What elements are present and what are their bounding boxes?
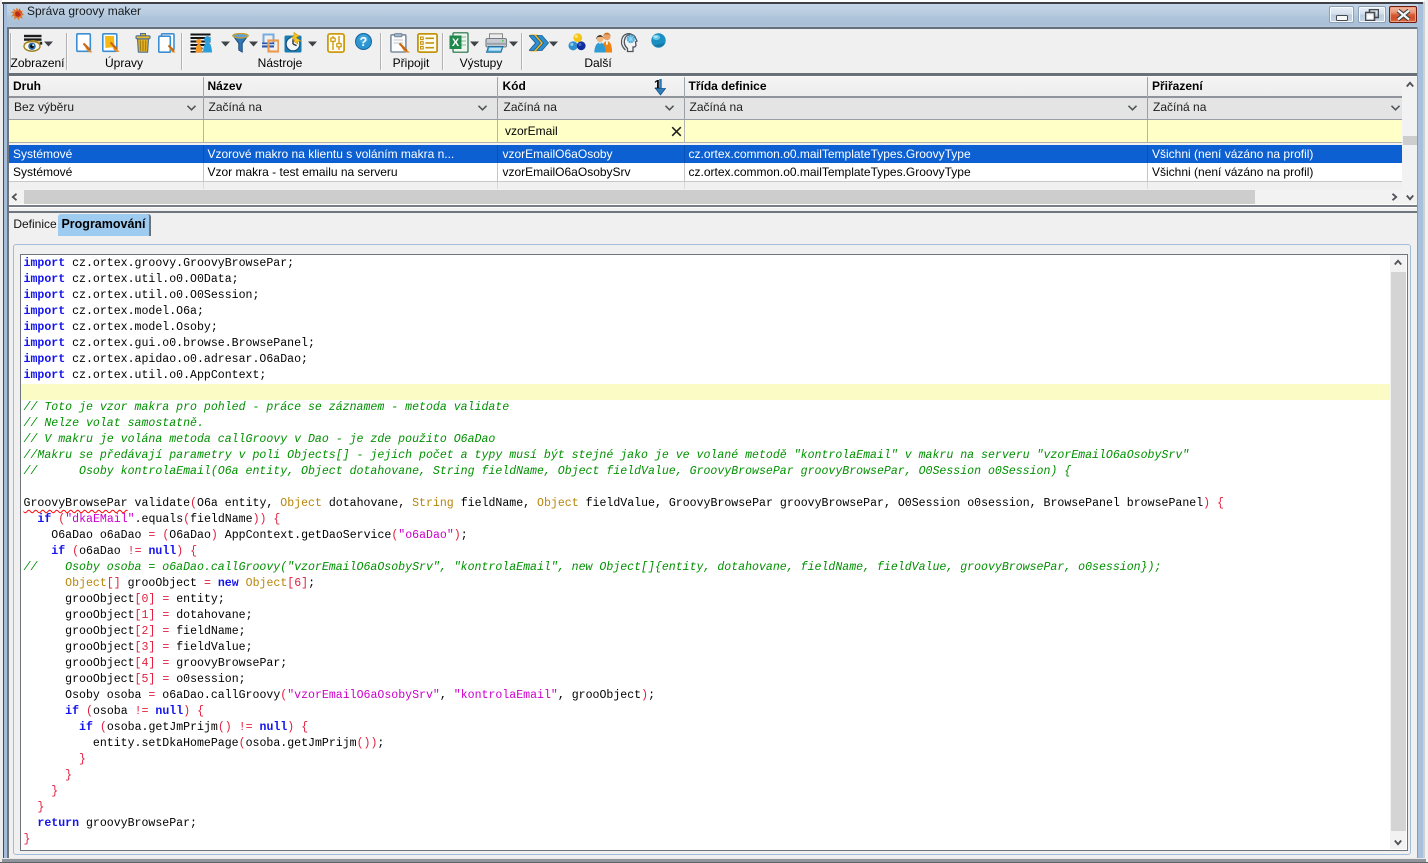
- svg-text:X: X: [452, 37, 460, 49]
- svg-text:?: ?: [360, 35, 368, 49]
